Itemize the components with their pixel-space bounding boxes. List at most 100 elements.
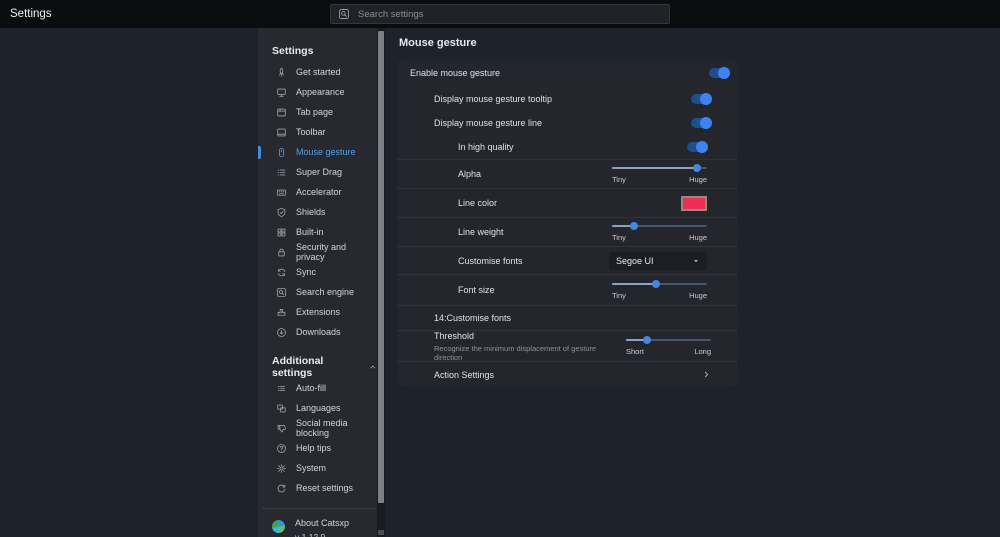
line-weight-max-label: Huge bbox=[689, 233, 707, 242]
high-quality-toggle[interactable] bbox=[687, 142, 707, 152]
sidebar-item-reset-settings[interactable]: Reset settings bbox=[258, 478, 377, 498]
row-alpha: Alpha Tiny Huge bbox=[397, 159, 737, 188]
row-line-weight: Line weight Tiny Huge bbox=[397, 217, 737, 246]
rocket-icon bbox=[276, 67, 287, 78]
sidebar-item-label: Get started bbox=[296, 67, 341, 77]
sidebar-item-label: Reset settings bbox=[296, 483, 353, 493]
caret-down-icon bbox=[692, 257, 700, 265]
font-family-select[interactable]: Segoe UI bbox=[609, 252, 707, 270]
threshold-slider-thumb[interactable] bbox=[643, 336, 651, 344]
gear-icon bbox=[276, 463, 287, 474]
sidebar-scrollbar[interactable] bbox=[377, 28, 385, 537]
sidebar-item-label: Downloads bbox=[296, 327, 341, 337]
sidebar-item-mouse-gesture[interactable]: Mouse gesture bbox=[258, 142, 377, 162]
alpha-max-label: Huge bbox=[689, 175, 707, 184]
sidebar-item-downloads[interactable]: Downloads bbox=[258, 322, 377, 342]
sidebar-item-built-in[interactable]: Built-in bbox=[258, 222, 377, 242]
sidebar-item-get-started[interactable]: Get started bbox=[258, 62, 377, 82]
sidebar-item-label: Tab page bbox=[296, 107, 333, 117]
alpha-slider[interactable]: Tiny Huge bbox=[612, 164, 707, 184]
sidebar-item-label: System bbox=[296, 463, 326, 473]
enable-mouse-gesture-toggle[interactable] bbox=[709, 68, 729, 78]
row-font-preview: 14:Customise fonts bbox=[397, 305, 737, 330]
sidebar-item-extensions[interactable]: Extensions bbox=[258, 302, 377, 322]
page-title: Settings bbox=[10, 8, 52, 20]
sidebar: Settings Get started Appearance Tab page Too… bbox=[258, 28, 377, 537]
font-size-min-label: Tiny bbox=[612, 291, 626, 300]
about-title: About Catsxp bbox=[295, 518, 349, 528]
appearance-icon bbox=[276, 87, 287, 98]
row-display-line: Display mouse gesture line bbox=[397, 111, 737, 135]
line-weight-slider-thumb[interactable] bbox=[630, 222, 638, 230]
tab-page-icon bbox=[276, 107, 287, 118]
sidebar-item-auto-fill[interactable]: Auto-fill bbox=[258, 378, 377, 398]
sidebar-item-security-and-privacy[interactable]: Security and privacy bbox=[258, 242, 377, 262]
enable-mouse-gesture-label: Enable mouse gesture bbox=[410, 68, 500, 78]
thumb-down-icon bbox=[276, 423, 287, 434]
row-font-size: Font size Tiny Huge bbox=[397, 274, 737, 305]
sidebar-item-help-tips[interactable]: Help tips bbox=[258, 438, 377, 458]
line-color-label: Line color bbox=[458, 198, 497, 208]
additional-settings-header[interactable]: Additional settings bbox=[258, 356, 377, 378]
line-weight-label: Line weight bbox=[458, 227, 504, 237]
display-tooltip-label: Display mouse gesture tooltip bbox=[434, 94, 552, 104]
sidebar-item-label: Extensions bbox=[296, 307, 340, 317]
sidebar-settings-header: Settings bbox=[258, 40, 377, 62]
search-input[interactable] bbox=[358, 9, 662, 20]
sidebar-item-accelerator[interactable]: Accelerator bbox=[258, 182, 377, 202]
chevron-up-icon bbox=[369, 363, 377, 371]
row-display-tooltip: Display mouse gesture tooltip bbox=[397, 87, 737, 111]
font-size-slider-thumb[interactable] bbox=[652, 280, 660, 288]
sidebar-item-label: Shields bbox=[296, 207, 326, 217]
row-action-settings[interactable]: Action Settings bbox=[397, 361, 737, 387]
sidebar-item-label: Toolbar bbox=[296, 127, 326, 137]
sidebar-item-shields[interactable]: Shields bbox=[258, 202, 377, 222]
scrollbar-thumb[interactable] bbox=[378, 31, 384, 503]
search-icon bbox=[338, 8, 350, 20]
sidebar-item-tab-page[interactable]: Tab page bbox=[258, 102, 377, 122]
help-icon bbox=[276, 443, 287, 454]
settings-search[interactable] bbox=[330, 4, 670, 24]
sidebar-item-label: Built-in bbox=[296, 227, 324, 237]
threshold-slider[interactable]: Short Long bbox=[626, 336, 711, 356]
row-line-color: Line color bbox=[397, 188, 737, 217]
main-pane: Mouse gesture Enable mouse gesture Displ… bbox=[385, 28, 1000, 537]
line-color-swatch[interactable] bbox=[681, 196, 707, 211]
about-catsxp[interactable]: About Catsxp v 1.12.9 bbox=[258, 518, 377, 537]
sidebar-item-label: Auto-fill bbox=[296, 383, 326, 393]
display-line-label: Display mouse gesture line bbox=[434, 118, 542, 128]
reset-icon bbox=[276, 483, 287, 494]
display-tooltip-toggle[interactable] bbox=[691, 94, 711, 104]
line-weight-slider[interactable]: Tiny Huge bbox=[612, 222, 707, 242]
grid-icon bbox=[276, 227, 287, 238]
settings-content: Settings Get started Appearance Tab page Too… bbox=[0, 28, 1000, 537]
font-size-slider[interactable]: Tiny Huge bbox=[612, 280, 707, 300]
topbar: Settings bbox=[0, 0, 1000, 28]
sidebar-item-super-drag[interactable]: Super Drag bbox=[258, 162, 377, 182]
sidebar-item-label: Search engine bbox=[296, 287, 354, 297]
mouse-icon bbox=[276, 147, 287, 158]
display-line-toggle[interactable] bbox=[691, 118, 711, 128]
sidebar-item-toolbar[interactable]: Toolbar bbox=[258, 122, 377, 142]
sidebar-item-appearance[interactable]: Appearance bbox=[258, 82, 377, 102]
sidebar-item-label: Help tips bbox=[296, 443, 331, 453]
sidebar-item-social-media-blocking[interactable]: Social media blocking bbox=[258, 418, 377, 438]
toolbar-icon bbox=[276, 127, 287, 138]
sidebar-item-search-engine[interactable]: Search engine bbox=[258, 282, 377, 302]
sidebar-item-label: Accelerator bbox=[296, 187, 342, 197]
threshold-min-label: Short bbox=[626, 347, 644, 356]
sidebar-item-label: Security and privacy bbox=[296, 242, 377, 262]
high-quality-label: In high quality bbox=[458, 142, 514, 152]
catsxp-logo bbox=[272, 520, 285, 533]
font-size-label: Font size bbox=[458, 285, 495, 295]
sidebar-item-label: Super Drag bbox=[296, 167, 342, 177]
sync-icon bbox=[276, 267, 287, 278]
font-size-max-label: Huge bbox=[689, 291, 707, 300]
sidebar-item-sync[interactable]: Sync bbox=[258, 262, 377, 282]
sidebar-item-languages[interactable]: Languages bbox=[258, 398, 377, 418]
alpha-slider-thumb[interactable] bbox=[693, 164, 701, 172]
sidebar-item-system[interactable]: System bbox=[258, 458, 377, 478]
threshold-description: Recognize the minimum displacement of ge… bbox=[434, 344, 619, 362]
sidebar-divider bbox=[262, 508, 375, 509]
threshold-label: Threshold bbox=[434, 331, 619, 341]
